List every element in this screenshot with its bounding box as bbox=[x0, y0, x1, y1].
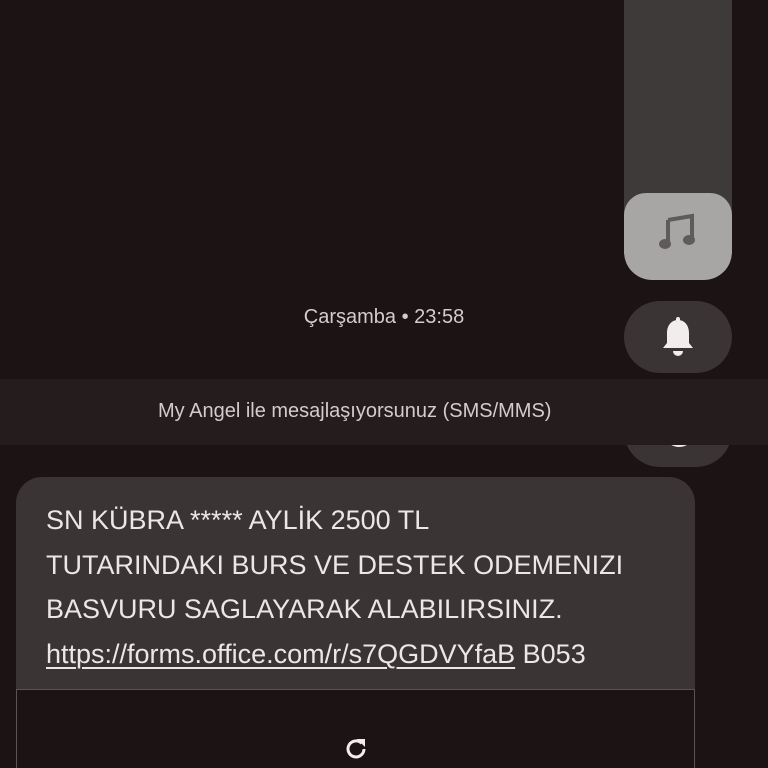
music-note-icon bbox=[659, 213, 695, 249]
message-line-2: TUTARINDAKI BURS VE DESTEK ODEMENIZI bbox=[46, 549, 624, 580]
refresh-icon[interactable] bbox=[343, 736, 369, 762]
sms-info-banner-text: My Angel ile mesajlaşıyorsunuz (SMS/MMS) bbox=[158, 400, 552, 422]
volume-slider-fill[interactable] bbox=[624, 193, 732, 280]
message-line-3: BASVURU SAGLAYARAK ALABILIRSINIZ. bbox=[46, 594, 563, 624]
volume-slider[interactable] bbox=[624, 0, 732, 280]
message-timestamp: Çarşamba • 23:58 bbox=[303, 306, 465, 328]
message-line-1: SN KÜBRA ***** AYLİK 2500 TL bbox=[46, 505, 430, 535]
message-line-4: https://forms.office.com/r/s7QGDVYfaB B0… bbox=[46, 632, 686, 677]
messages-screen: Çarşamba • 23:58 My Angel ile mesajlaşıy… bbox=[0, 0, 768, 768]
message-link[interactable]: https://forms.office.com/r/s7QGDVYfaB bbox=[46, 639, 515, 669]
message-suffix: B053 bbox=[515, 638, 586, 669]
message-text: SN KÜBRA ***** AYLİK 2500 TL TUTARINDAKI… bbox=[46, 498, 686, 676]
